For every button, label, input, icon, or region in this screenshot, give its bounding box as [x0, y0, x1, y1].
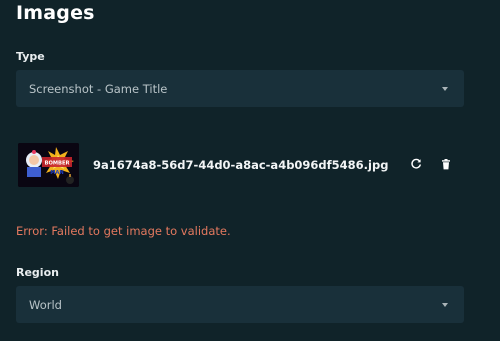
- region-label: Region: [16, 266, 59, 279]
- region-select-value: World: [29, 297, 62, 312]
- section-title: Images: [16, 2, 95, 24]
- svg-text:MAN: MAN: [50, 170, 64, 176]
- image-filename: 9a1674a8-56d7-44d0-a8ac-a4b096df5486.jpg: [93, 158, 389, 172]
- error-message: Error: Failed to get image to validate.: [16, 224, 231, 238]
- type-label: Type: [16, 50, 45, 63]
- svg-text:BOMBER: BOMBER: [44, 161, 69, 167]
- type-select[interactable]: Screenshot - Game Title: [16, 70, 464, 107]
- type-select-value: Screenshot - Game Title: [29, 81, 168, 96]
- chevron-down-icon: [442, 302, 448, 307]
- trash-icon[interactable]: [438, 156, 454, 172]
- region-select[interactable]: World: [16, 286, 464, 323]
- refresh-icon[interactable]: [408, 156, 424, 172]
- chevron-down-icon: [442, 86, 448, 91]
- image-thumbnail: BOMBER MAN: [18, 143, 79, 187]
